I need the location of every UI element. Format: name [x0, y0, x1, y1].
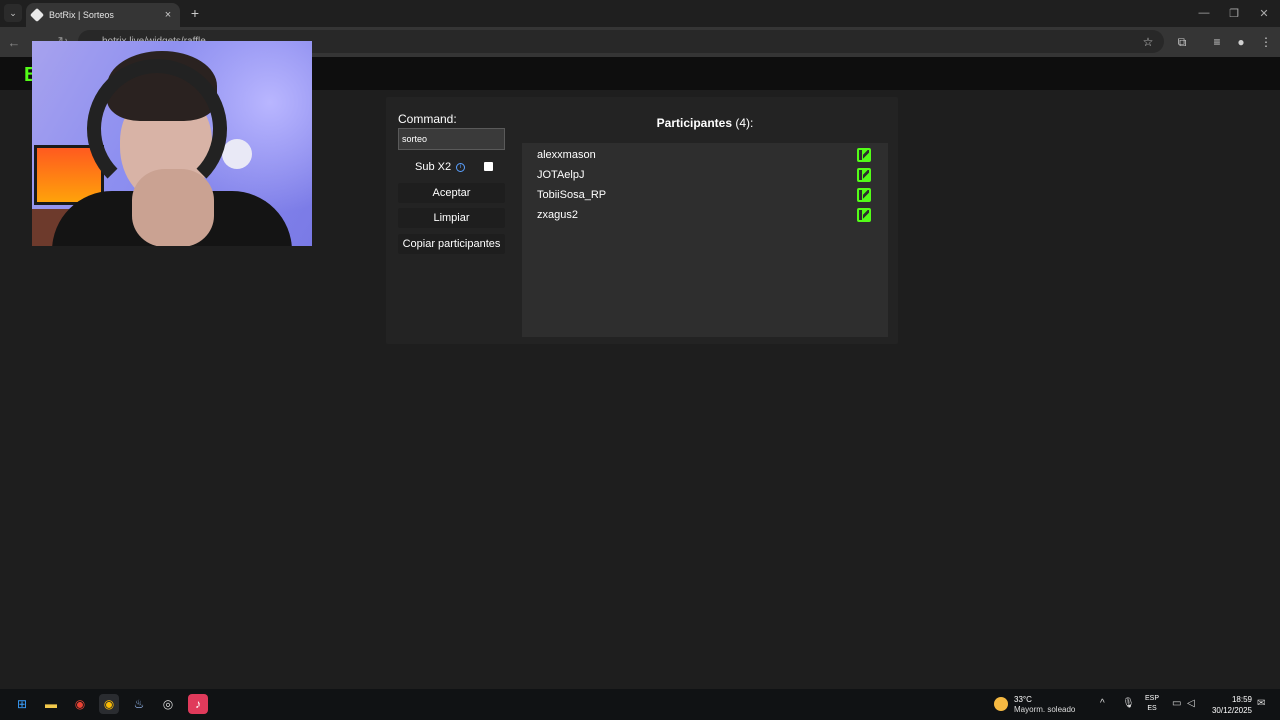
weather-widget[interactable]: 33°C Mayorm. soleado [994, 695, 1084, 717]
streamer-hand [132, 169, 214, 246]
keyboard-layout: ES [1147, 705, 1157, 712]
file-explorer-icon[interactable]: ▬ [41, 694, 61, 714]
webcam-overlay [32, 41, 312, 246]
raffle-panel: Command: Sub X2 i Aceptar Limpiar Copiar… [386, 97, 898, 344]
obs-icon[interactable]: ◎ [158, 694, 178, 714]
clock-time: 18:59 [1231, 695, 1252, 704]
webcam-lamp [222, 139, 252, 169]
participant-name: JOTAelpJ [537, 169, 585, 181]
extensions-icon[interactable]: ⧉ [1173, 33, 1191, 51]
tab-title: BotRix | Sorteos [49, 10, 114, 20]
notifications-icon[interactable]: ✉ [1257, 698, 1265, 709]
chrome-icon[interactable]: ◉ [70, 694, 90, 714]
browser-tab-strip: ⌄ BotRix | Sorteos × + — ❐ ✕ [0, 0, 1280, 27]
participants-count: (4): [735, 116, 754, 130]
microphone-icon[interactable]: 🎙 [1122, 698, 1135, 709]
windows-start-icon[interactable]: ⊞ [12, 694, 32, 714]
weather-description: Mayorm. soleado [1014, 705, 1076, 714]
participant-row[interactable]: TobiiSosa_RP [522, 185, 888, 205]
menu-kebab-icon[interactable]: ⋮ [1257, 33, 1275, 51]
windows-taskbar: ⊞ ▬ ◉ ◉ ♨ ◎ ♪ 33°C Mayorm. soleado ^ 🎙 E… [0, 689, 1280, 720]
participant-name: TobiiSosa_RP [537, 189, 607, 201]
language-indicator[interactable]: ESP ES [1145, 694, 1159, 714]
participant-name: alexxmason [537, 149, 596, 161]
kick-icon [857, 188, 871, 202]
tiktok-icon[interactable]: ♪ [188, 694, 208, 714]
back-icon[interactable]: ← [5, 33, 23, 51]
minimize-icon[interactable]: — [1189, 3, 1219, 23]
kick-icon [857, 148, 871, 162]
profile-avatar-icon[interactable]: ● [1232, 33, 1250, 51]
browser-tab[interactable]: BotRix | Sorteos × [26, 3, 180, 27]
accept-button[interactable]: Aceptar [398, 183, 505, 203]
botrix-favicon-icon [29, 7, 45, 23]
participant-row[interactable]: zxagus2 [522, 205, 888, 225]
bookmark-star-icon[interactable]: ☆ [1139, 33, 1157, 51]
participants-list: alexxmason JOTAelpJ TobiiSosa_RP zxagus2 [522, 143, 888, 337]
tab-search-button[interactable]: ⌄ [4, 4, 22, 22]
weather-temp: 33°C [1014, 695, 1032, 704]
restore-icon[interactable]: ❐ [1219, 3, 1249, 23]
language-code: ESP [1145, 695, 1160, 702]
participants-title: Participantes [656, 116, 733, 130]
copy-participants-button[interactable]: Copiar participantes [398, 234, 505, 254]
chrome-active-icon[interactable]: ◉ [99, 694, 119, 714]
sub-x2-label: Sub X2 [415, 161, 452, 173]
participants-heading: Participantes (4): [522, 116, 888, 130]
tab-close-icon[interactable]: × [162, 9, 174, 21]
tray-expand-icon[interactable]: ^ [1100, 698, 1105, 709]
volume-icon[interactable]: ◁ [1187, 698, 1195, 709]
window-close-icon[interactable]: ✕ [1249, 3, 1279, 23]
media-controls-icon[interactable]: ≡ [1208, 33, 1226, 51]
kick-icon [857, 208, 871, 222]
new-tab-button[interactable]: + [186, 4, 204, 22]
participant-row[interactable]: alexxmason [522, 145, 888, 165]
network-icon[interactable]: ▭ [1172, 698, 1181, 709]
weather-sun-icon [994, 697, 1008, 711]
system-clock[interactable]: 18:59 30/12/2025 [1208, 694, 1252, 716]
kick-icon [857, 168, 871, 182]
participant-row[interactable]: JOTAelpJ [522, 165, 888, 185]
command-input[interactable] [398, 128, 505, 150]
sub-x2-checkbox[interactable] [484, 162, 493, 171]
info-icon[interactable]: i [456, 162, 466, 172]
command-label: Command: [398, 112, 457, 126]
participant-name: zxagus2 [537, 209, 578, 221]
clock-date: 30/12/2025 [1211, 706, 1252, 715]
clear-button[interactable]: Limpiar [398, 208, 505, 228]
steam-icon[interactable]: ♨ [129, 694, 149, 714]
sub-x2-row: Sub X2 i [398, 159, 505, 175]
